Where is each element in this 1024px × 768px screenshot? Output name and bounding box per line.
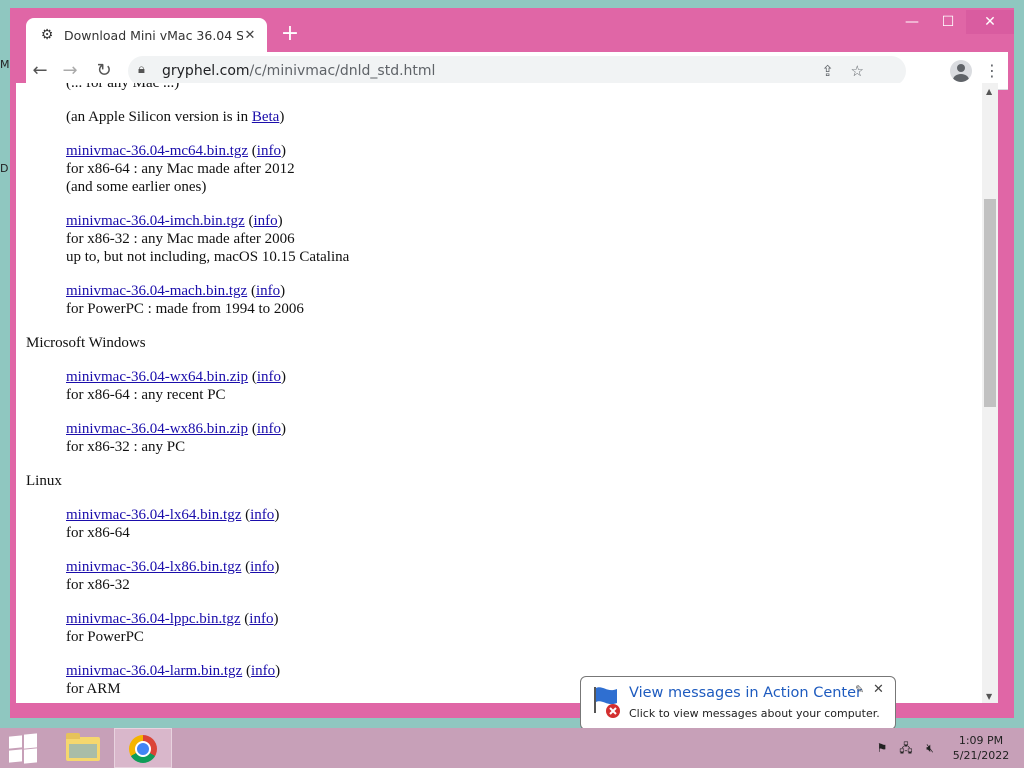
info-link[interactable]: info: [253, 213, 277, 229]
cutoff-text-line: (... for any Mac ...): [66, 83, 180, 91]
gear-icon: ⚙: [40, 27, 54, 43]
download-description: for PowerPC: [66, 629, 144, 645]
minimize-button[interactable]: —: [894, 10, 930, 34]
info-link[interactable]: info: [257, 421, 281, 437]
info-link[interactable]: info: [249, 611, 273, 627]
info-link[interactable]: info: [250, 559, 274, 575]
download-link[interactable]: minivmac-36.04-wx64.bin.zip: [66, 369, 248, 385]
scroll-up-arrow-icon[interactable]: ▲: [986, 87, 992, 96]
action-center-tray-icon[interactable]: ⚑: [874, 741, 890, 755]
page-content: (... for any Mac ...) (an Apple Silicon …: [16, 83, 982, 703]
desktop-icon-label-fragment: M: [0, 58, 10, 71]
download-description: for x86-64: [66, 525, 130, 541]
download-link[interactable]: minivmac-36.04-larm.bin.tgz: [66, 663, 242, 679]
pin-icon[interactable]: ✎: [855, 683, 864, 696]
volume-muted-icon[interactable]: 🔇︎: [922, 741, 938, 755]
tab-title: Download Mini vMac 36.04 Stand: [64, 27, 243, 43]
action-center-notification[interactable]: View messages in Action Center Click to …: [580, 676, 896, 730]
url-text[interactable]: gryphel.com/c/minivmac/dnld_std.html: [162, 63, 435, 79]
network-tray-icon[interactable]: 🖧︎: [898, 741, 914, 755]
url-host: gryphel.com: [162, 63, 250, 79]
info-link[interactable]: info: [257, 143, 281, 159]
maximize-button[interactable]: ☐: [930, 10, 966, 34]
download-item: minivmac-36.04-wx64.bin.zip (info) for x…: [66, 369, 286, 403]
download-description: for x86-32 : any PC: [66, 439, 186, 455]
reload-icon[interactable]: ↻: [92, 59, 116, 83]
download-link[interactable]: minivmac-36.04-imch.bin.tgz: [66, 213, 245, 229]
section-heading-windows: Microsoft Windows: [26, 335, 146, 351]
download-description: for ARM: [66, 681, 121, 697]
url-path: /c/minivmac/dnld_std.html: [249, 63, 436, 79]
apple-silicon-note: (an Apple Silicon version is in Beta): [66, 108, 284, 126]
info-link[interactable]: info: [251, 663, 275, 679]
action-center-flag-icon: [594, 687, 620, 718]
taskbar-file-explorer[interactable]: [54, 728, 112, 768]
menu-kebab-icon[interactable]: ⋮: [982, 59, 1002, 83]
download-link[interactable]: minivmac-36.04-lppc.bin.tgz: [66, 611, 241, 627]
download-item: minivmac-36.04-mach.bin.tgz (info) for P…: [66, 283, 304, 317]
section-heading-linux: Linux: [26, 473, 62, 489]
download-item: minivmac-36.04-wx86.bin.zip (info) for x…: [66, 421, 286, 455]
folder-icon: [66, 733, 100, 761]
notification-close-icon[interactable]: ✕: [873, 682, 884, 697]
info-link[interactable]: info: [256, 283, 280, 299]
download-item: minivmac-36.04-imch.bin.tgz (info) for x…: [66, 213, 350, 265]
window-controls: — ☐ ✕: [894, 10, 1014, 36]
lock-icon: 🔒︎: [138, 62, 145, 77]
download-link[interactable]: minivmac-36.04-mc64.bin.tgz: [66, 143, 248, 159]
download-description: for x86-64 : any Mac made after 2012: [66, 161, 295, 177]
bookmark-star-icon[interactable]: ☆: [851, 62, 864, 80]
taskbar: ⚑ 🖧︎ 🔇︎ 1:09 PM 5/21/2022: [0, 728, 1024, 768]
download-description: up to, but not including, macOS 10.15 Ca…: [66, 249, 350, 265]
download-description: for x86-32: [66, 577, 130, 593]
download-item: minivmac-36.04-lx86.bin.tgz (info) for x…: [66, 559, 280, 593]
new-tab-button[interactable]: +: [278, 22, 302, 46]
download-description: (and some earlier ones): [66, 179, 207, 195]
download-item: minivmac-36.04-lx64.bin.tgz (info) for x…: [66, 507, 280, 541]
download-item: minivmac-36.04-mc64.bin.tgz (info) for x…: [66, 143, 295, 195]
scroll-down-arrow-icon[interactable]: ▼: [986, 692, 992, 701]
clock-time: 1:09 PM: [958, 734, 1004, 747]
profile-avatar-icon[interactable]: [950, 60, 972, 82]
share-icon[interactable]: ⇪: [821, 62, 834, 80]
close-window-button[interactable]: ✕: [966, 10, 1014, 34]
notification-text: Click to view messages about your comput…: [629, 707, 880, 720]
info-link[interactable]: info: [250, 507, 274, 523]
silicon-note-close: ): [279, 109, 285, 125]
address-bar[interactable]: 🔒︎ gryphel.com/c/minivmac/dnld_std.html …: [128, 56, 906, 86]
system-clock[interactable]: 1:09 PM 5/21/2022: [946, 733, 1016, 763]
download-link[interactable]: minivmac-36.04-mach.bin.tgz: [66, 283, 247, 299]
download-description: for x86-32 : any Mac made after 2006: [66, 231, 295, 247]
back-arrow-icon[interactable]: ←: [28, 59, 52, 83]
download-description: for x86-64 : any recent PC: [66, 387, 226, 403]
silicon-note-text: (an Apple Silicon version is in: [66, 109, 252, 125]
tab-close-button[interactable]: ✕: [243, 28, 257, 43]
forward-arrow-icon[interactable]: →: [58, 59, 82, 83]
desktop-icon-label-fragment: D: [0, 162, 9, 175]
download-link[interactable]: minivmac-36.04-lx86.bin.tgz: [66, 559, 241, 575]
scrollbar-thumb[interactable]: [984, 199, 996, 407]
download-item: minivmac-36.04-larm.bin.tgz (info) for A…: [66, 663, 281, 697]
download-description: for PowerPC : made from 1994 to 2006: [66, 301, 304, 317]
browser-tab[interactable]: ⚙ Download Mini vMac 36.04 Stand ✕: [26, 18, 267, 52]
beta-link[interactable]: Beta: [252, 109, 280, 125]
windows-start-icon[interactable]: [8, 733, 38, 764]
notification-title[interactable]: View messages in Action Center: [629, 685, 862, 701]
download-item: minivmac-36.04-lppc.bin.tgz (info) for P…: [66, 611, 279, 645]
chrome-icon: [129, 735, 157, 763]
clock-date: 5/21/2022: [952, 749, 1010, 762]
info-link[interactable]: info: [257, 369, 281, 385]
taskbar-chrome[interactable]: [114, 728, 172, 768]
download-link[interactable]: minivmac-36.04-lx64.bin.tgz: [66, 507, 241, 523]
vertical-scrollbar[interactable]: ▲ ▼: [982, 83, 998, 703]
download-link[interactable]: minivmac-36.04-wx86.bin.zip: [66, 421, 248, 437]
